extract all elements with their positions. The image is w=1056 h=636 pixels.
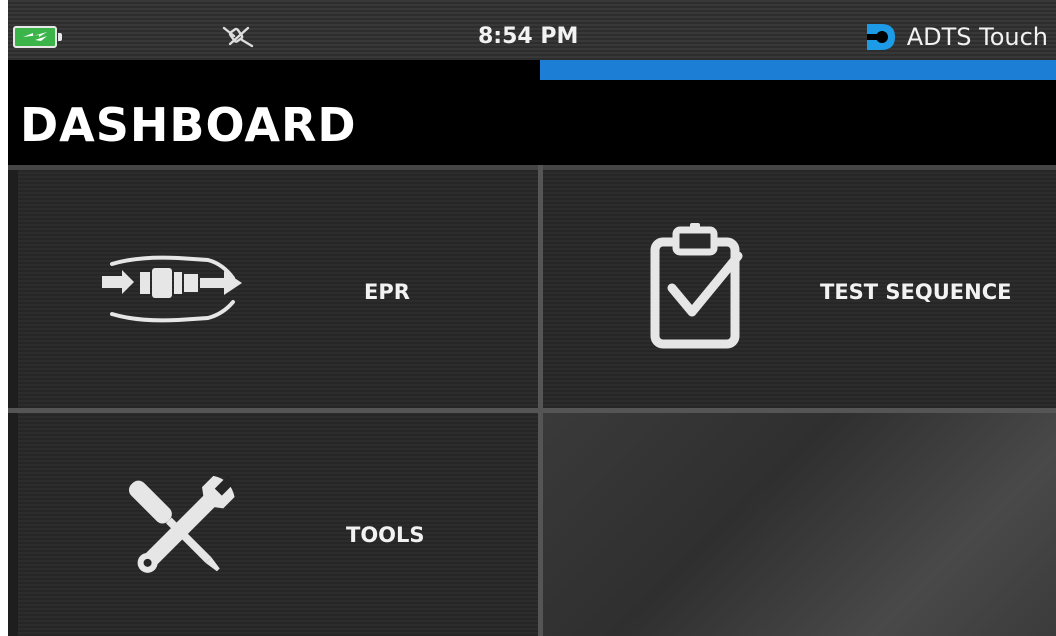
status-bar: 8:54 PM ADTS Touch	[8, 0, 1056, 61]
brand-logo-icon	[866, 24, 895, 50]
battery-charging-icon	[13, 26, 62, 48]
device-screen: 8:54 PM ADTS Touch DASHBOARD EPR TEST SE…	[8, 0, 1056, 636]
progress-fill	[540, 60, 1056, 80]
clipboard-check-icon	[646, 220, 746, 354]
page-title: DASHBOARD	[20, 98, 357, 152]
tile-label: TOOLS	[346, 523, 425, 547]
tile-test-sequence[interactable]: TEST SEQUENCE	[543, 170, 1056, 408]
brand-name: ADTS Touch	[906, 23, 1048, 51]
clock-time: 8:54 PM	[478, 24, 579, 49]
progress-bar	[540, 60, 1056, 80]
tile-label: TEST SEQUENCE	[820, 280, 1012, 304]
epr-engine-icon	[98, 254, 248, 330]
tile-epr[interactable]: EPR	[18, 170, 538, 408]
tile-tools[interactable]: TOOLS	[18, 413, 538, 636]
tile-label: EPR	[364, 280, 410, 304]
wrench-screwdriver-icon	[108, 469, 248, 597]
disconnected-plug-icon	[220, 24, 256, 52]
brand: ADTS Touch	[863, 22, 1048, 52]
empty-tile	[543, 413, 1056, 636]
